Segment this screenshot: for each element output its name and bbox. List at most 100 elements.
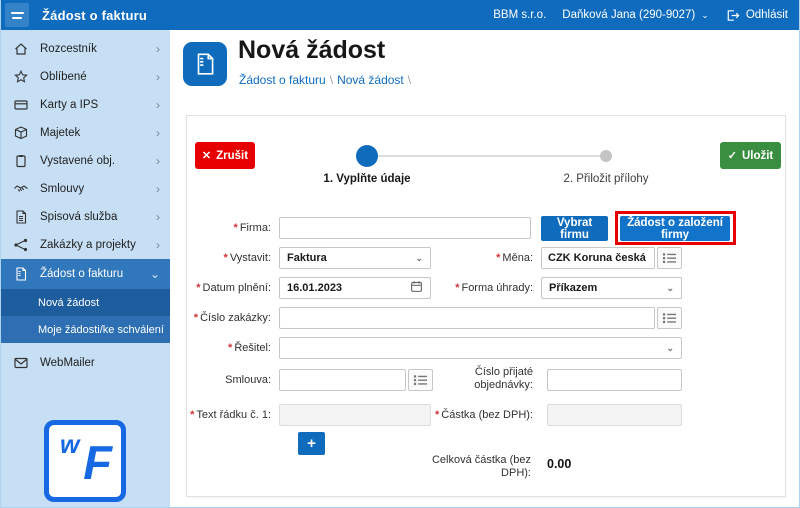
user-menu[interactable]: Daňková Jana (290-9027) ⌄	[562, 9, 709, 21]
required-marker: *	[190, 409, 195, 421]
chevron-right-icon: ›	[156, 126, 160, 140]
page-header-icon	[183, 42, 227, 86]
cancel-label: Zrušit	[216, 149, 249, 162]
sidebar-subitem-label: Nová žádost	[38, 296, 100, 309]
close-icon: ✕	[201, 150, 212, 162]
cancel-button[interactable]: ✕ Zrušit	[195, 142, 255, 169]
resitel-label: * Řešitel:	[228, 342, 271, 354]
handshake-icon	[13, 181, 29, 197]
vystavit-select[interactable]: Faktura ⌄	[279, 247, 431, 269]
required-marker: *	[228, 342, 233, 354]
cislo-prijate-objednavky-input[interactable]	[547, 369, 682, 391]
home-icon	[13, 41, 29, 57]
chevron-down-icon: ⌄	[666, 282, 674, 293]
chevron-right-icon: ›	[156, 70, 160, 84]
required-marker: *	[435, 409, 440, 421]
page-title: Nová žádost	[238, 36, 386, 64]
celkova-castka-value: 0.00	[547, 457, 572, 471]
hamburger-menu-icon[interactable]	[5, 3, 29, 27]
sidebar-item-vystavene-obj[interactable]: Vystavené obj. ›	[0, 147, 170, 175]
mena-list-picker-button[interactable]	[657, 247, 682, 269]
topbar-right: BBM s.r.o. Daňková Jana (290-9027) ⌄ Odh…	[493, 8, 788, 23]
vystavit-label: * Vystavit:	[223, 252, 271, 264]
castka-label: * Částka (bez DPH):	[435, 409, 533, 421]
breadcrumb-separator: \	[329, 73, 334, 87]
forma-uhrady-label: * Forma úhrady:	[455, 282, 533, 294]
add-row-button[interactable]: +	[298, 432, 325, 455]
zadost-o-zalozeni-firmy-button[interactable]: Žádost o založení firmy	[620, 216, 730, 241]
smlouva-input[interactable]	[279, 369, 406, 391]
main-content: Nová žádost Žádost o fakturu \ Nová žádost…	[170, 30, 800, 508]
stepper-step2-dot[interactable]	[600, 150, 612, 162]
sidebar-item-zakazky-a-projekty[interactable]: Zakázky a projekty ›	[0, 231, 170, 259]
chevron-down-icon: ⌄	[415, 252, 423, 263]
wf-logo-f: F	[83, 436, 112, 489]
chevron-right-icon: ›	[156, 210, 160, 224]
datum-plneni-label: * Datum plnění:	[196, 282, 271, 294]
invoice-document-icon	[197, 53, 214, 75]
sidebar-item-webmailer[interactable]: WebMailer	[0, 349, 170, 377]
sidebar-item-rozcestnik[interactable]: Rozcestník ›	[0, 35, 170, 63]
sidebar-item-oblibene[interactable]: Oblíbené ›	[0, 63, 170, 91]
chevron-right-icon: ›	[156, 42, 160, 56]
datum-plneni-value: 16.01.2023	[287, 282, 343, 294]
mail-icon	[13, 355, 29, 371]
stepper-step1-dot[interactable]	[356, 145, 378, 167]
cislo-zakazky-input[interactable]	[279, 307, 655, 329]
logout-button[interactable]: Odhlásit	[725, 8, 788, 23]
sidebar-subitem-label: Moje žádosti/ke schválení	[38, 323, 164, 336]
breadcrumb-link-nova-zadost[interactable]: Nová žádost	[337, 73, 404, 87]
text-radku-label: * Text řádku č. 1:	[190, 409, 271, 421]
sidebar-item-majetek[interactable]: Majetek ›	[0, 119, 170, 147]
required-marker: *	[223, 252, 228, 264]
calendar-icon[interactable]	[410, 280, 423, 296]
sidebar-item-label: Majetek	[40, 127, 81, 139]
chevron-down-icon: ⌄	[149, 267, 160, 281]
star-icon	[13, 69, 29, 85]
required-marker: *	[496, 252, 501, 264]
sidebar-item-label: Spisová služba	[40, 211, 118, 223]
cislo-zakazky-list-picker-button[interactable]	[657, 307, 682, 329]
list-icon	[413, 375, 428, 386]
stepper-step2-label: 2. Přiložit přílohy	[563, 173, 649, 185]
sidebar-item-smlouvy[interactable]: Smlouvy ›	[0, 175, 170, 203]
stepper-step1-label: 1. Vyplňte údaje	[323, 173, 411, 185]
document-icon	[13, 209, 29, 225]
vybrat-firmu-button[interactable]: Vybrat firmu	[541, 216, 608, 241]
sidebar-subitem-moje-zadosti[interactable]: Moje žádosti/ke schválení	[0, 316, 170, 343]
firma-label: * Firma:	[233, 222, 271, 234]
clipboard-icon	[13, 153, 29, 169]
chevron-down-icon: ⌄	[666, 342, 674, 353]
cislo-zakazky-label: * Číslo zakázky:	[193, 312, 271, 324]
celkova-castka-label: Celková částka (bez DPH):	[431, 454, 531, 479]
sidebar-item-label: WebMailer	[40, 357, 95, 369]
sidebar-item-zadost-o-fakturu[interactable]: Žádost o fakturu ⌄	[0, 259, 170, 289]
chevron-right-icon: ›	[156, 238, 160, 252]
firma-input[interactable]	[279, 217, 531, 239]
app-title: Žádost o fakturu	[42, 7, 148, 23]
required-marker: *	[455, 282, 460, 294]
vystavit-value: Faktura	[287, 252, 327, 264]
sidebar-item-label: Žádost o fakturu	[40, 268, 124, 280]
user-name: Daňková Jana (290-9027)	[562, 9, 696, 21]
save-label: Uložit	[741, 149, 774, 162]
sidebar-item-karty-a-ips[interactable]: Karty a IPS ›	[0, 91, 170, 119]
save-button[interactable]: ✓ Uložit	[720, 142, 781, 169]
invoice-icon	[13, 266, 29, 282]
sidebar-item-label: Vystavené obj.	[40, 155, 116, 167]
text-radku-input[interactable]	[279, 404, 431, 426]
sidebar-item-label: Rozcestník	[40, 43, 97, 55]
sidebar-item-label: Smlouvy	[40, 183, 85, 195]
wf-logo[interactable]: w F	[44, 420, 126, 502]
castka-input[interactable]	[547, 404, 682, 426]
breadcrumb-link-zadost[interactable]: Žádost o fakturu	[239, 73, 326, 87]
chevron-down-icon: ⌄	[701, 9, 709, 20]
mena-label: * Měna:	[496, 252, 533, 264]
forma-uhrady-select[interactable]: Příkazem ⌄	[541, 277, 682, 299]
mena-input[interactable]	[541, 247, 655, 269]
chevron-right-icon: ›	[156, 182, 160, 196]
resitel-select[interactable]: ⌄	[279, 337, 682, 359]
sidebar-subitem-nova-zadost[interactable]: Nová žádost	[0, 289, 170, 316]
datum-plneni-input[interactable]: 16.01.2023	[279, 277, 431, 299]
sidebar-item-spisova-sluzba[interactable]: Spisová služba ›	[0, 203, 170, 231]
